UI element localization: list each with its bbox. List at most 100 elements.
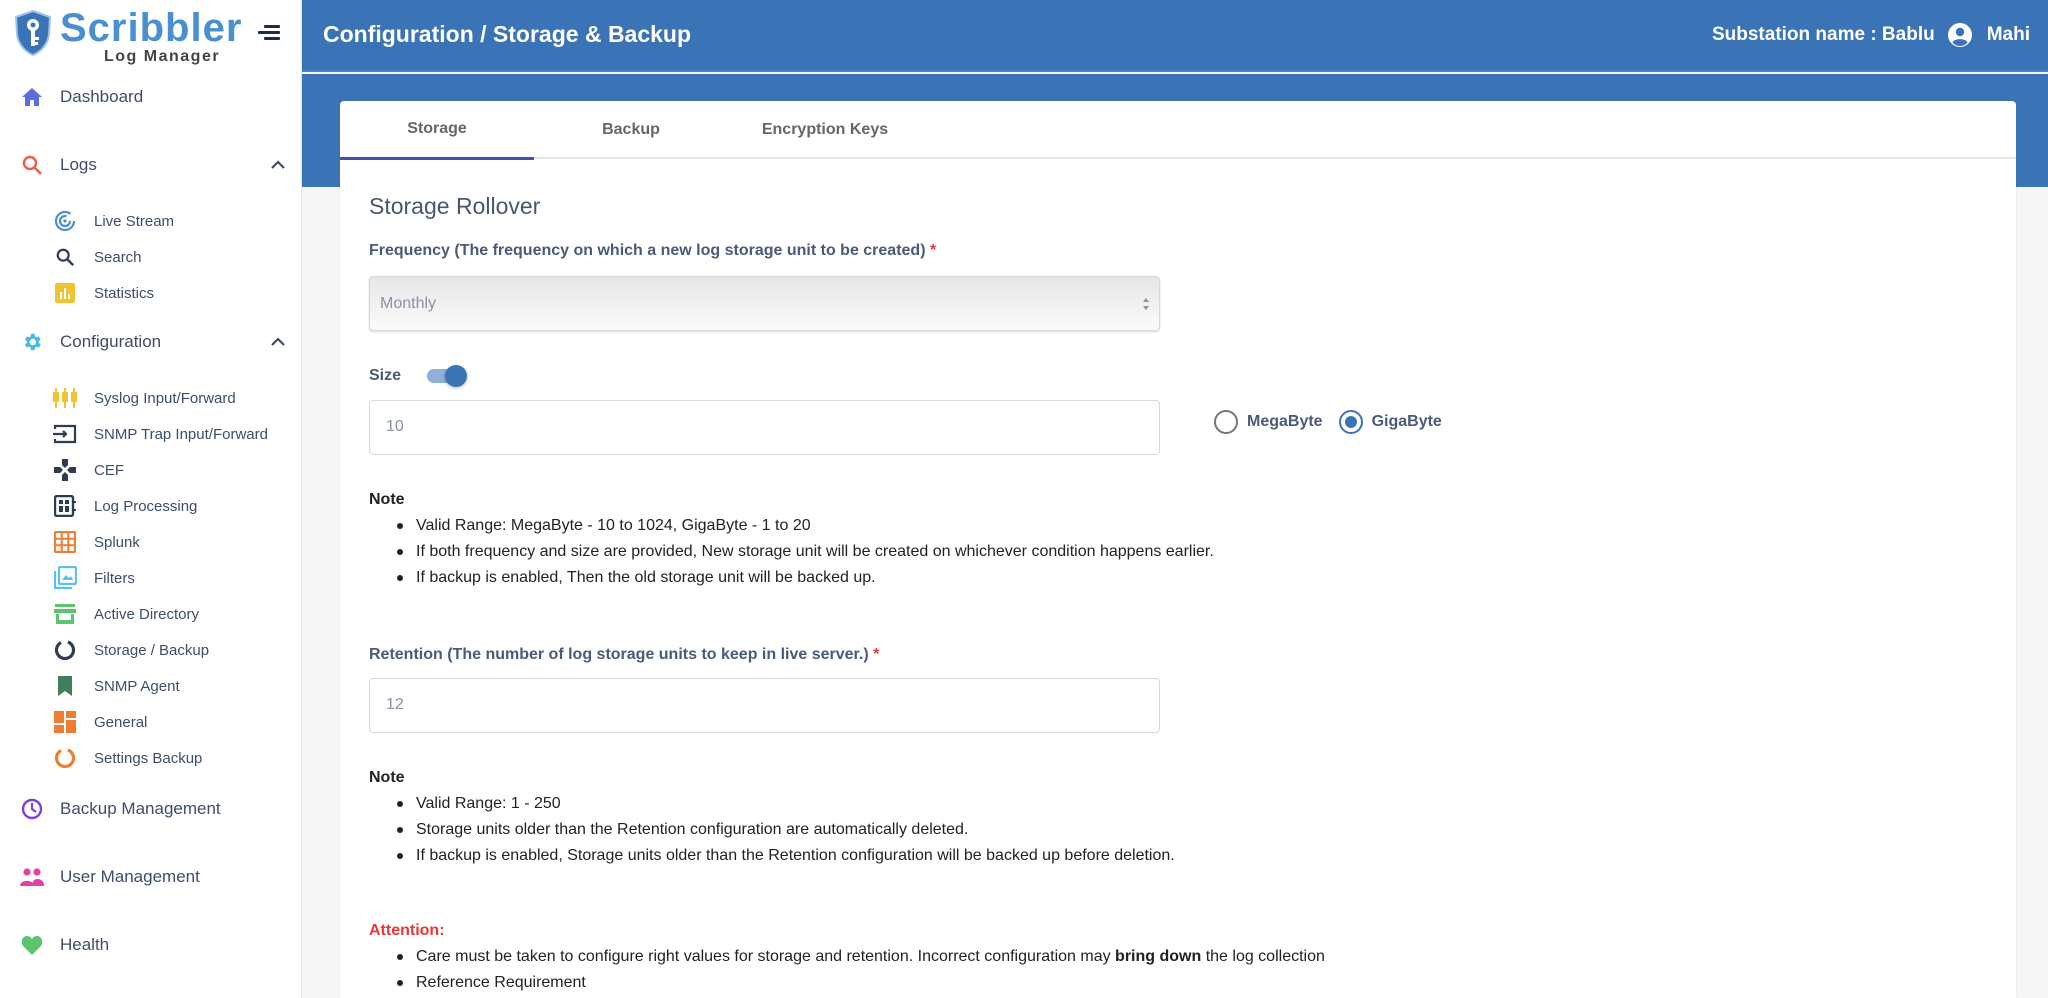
- sidebar-item-storage-backup[interactable]: Storage / Backup: [0, 635, 302, 665]
- tab-bar: Storage Backup Encryption Keys: [340, 101, 2016, 160]
- note-item: Valid Range: MegaByte - 10 to 1024, Giga…: [369, 513, 1214, 539]
- sidebar-item-label: Syslog Input/Forward: [94, 389, 236, 407]
- home-icon: [20, 85, 44, 109]
- note-item: If backup is enabled, Storage units olde…: [369, 843, 1175, 869]
- sidebar-item-label: SNMP Agent: [94, 677, 180, 695]
- account-circle-icon[interactable]: [1947, 22, 1973, 48]
- sidebar-item-label: Logs: [60, 155, 97, 174]
- radio-label: GigaByte: [1371, 413, 1442, 430]
- radio-megabyte[interactable]: MegaByte: [1214, 410, 1323, 434]
- menu-icon-line: [258, 31, 280, 34]
- tab-storage[interactable]: Storage: [340, 101, 534, 160]
- grid-icon: [53, 530, 77, 554]
- sidebar-item-label: General: [94, 713, 148, 731]
- page-title: Configuration / Storage & Backup: [323, 21, 692, 47]
- bar-chart-icon: [53, 281, 77, 305]
- sidebar-item-settings-backup[interactable]: Settings Backup: [0, 743, 302, 773]
- search-icon: [20, 153, 44, 177]
- sidebar-item-health[interactable]: Health: [0, 927, 302, 963]
- sidebar-item-label: Statistics: [94, 284, 155, 302]
- bookmark-icon: [53, 674, 77, 698]
- required-mark: *: [873, 646, 880, 663]
- sidebar-item-configuration[interactable]: Configuration: [0, 324, 302, 360]
- storage-config-card: Storage Backup Encryption Keys Storage R…: [340, 101, 2016, 998]
- sidebar-item-user-management[interactable]: User Management: [0, 859, 302, 895]
- heart-icon: [20, 933, 44, 957]
- sidebar-item-snmp-agent[interactable]: SNMP Agent: [0, 671, 302, 701]
- sidebar-item-snmp-trap[interactable]: SNMP Trap Input/Forward: [0, 419, 302, 449]
- menu-icon-line: [264, 25, 280, 28]
- sidebar-item-label: Backup Management: [60, 799, 221, 818]
- sidebar-item-label: Active Directory: [94, 605, 200, 623]
- attention-title: Attention:: [369, 922, 445, 939]
- users-icon: [20, 865, 44, 889]
- size-label: Size: [369, 367, 402, 384]
- gear-icon: [20, 330, 44, 354]
- frequency-select-value: Monthly: [380, 295, 437, 312]
- sidebar-item-label: CEF: [94, 461, 124, 479]
- attention-list: Care must be taken to configure right va…: [369, 944, 1325, 996]
- sidebar-item-log-processing[interactable]: Log Processing: [0, 491, 302, 521]
- sidebar-item-filters[interactable]: Filters: [0, 563, 302, 593]
- sidebar-item-search[interactable]: Search: [0, 242, 302, 272]
- chevron-up-icon[interactable]: [268, 332, 288, 352]
- image-stack-icon: [53, 566, 77, 590]
- note-item: If backup is enabled, Then the old stora…: [369, 565, 1214, 591]
- frequency-label: Frequency (The frequency on which a new …: [369, 242, 936, 260]
- sidebar-item-dashboard[interactable]: Dashboard: [0, 79, 302, 115]
- attention-text: the log collection: [1201, 948, 1325, 965]
- note-item: Valid Range: 1 - 250: [369, 791, 1175, 817]
- sidebar-item-statistics[interactable]: Statistics: [0, 278, 302, 308]
- note-item: Storage units older than the Retention c…: [369, 817, 1175, 843]
- retention-note-title: Note: [369, 769, 405, 786]
- dashboard-icon: [53, 710, 77, 734]
- select-arrows-icon: [1143, 298, 1149, 310]
- retention-note-list: Valid Range: 1 - 250 Storage units older…: [369, 791, 1175, 869]
- donut-icon: [53, 638, 77, 662]
- radio-circle-checked: [1338, 410, 1363, 434]
- size-note-title: Note: [369, 491, 405, 508]
- gamepad-icon: [53, 458, 77, 482]
- size-input[interactable]: 10: [369, 400, 1160, 455]
- attention-item: Reference Requirement: [369, 970, 1325, 996]
- live-stream-icon: [53, 209, 77, 233]
- menu-icon-line: [264, 37, 280, 40]
- sidebar-item-general[interactable]: General: [0, 707, 302, 737]
- menu-toggle-button[interactable]: [258, 22, 282, 42]
- substation-name: Substation name : Bablu: [1711, 24, 1935, 45]
- sidebar-item-splunk[interactable]: Splunk: [0, 527, 302, 557]
- sidebar-item-cef[interactable]: CEF: [0, 455, 302, 485]
- store-icon: [53, 602, 77, 626]
- size-unit-radio-group: MegaByte GigaByte: [1214, 410, 1458, 434]
- logo[interactable]: Scribbler Log Manager: [14, 6, 241, 65]
- frequency-select[interactable]: Monthly: [369, 276, 1160, 331]
- size-toggle[interactable]: [425, 364, 469, 388]
- tab-encryption-keys[interactable]: Encryption Keys: [728, 101, 922, 159]
- sidebar-item-backup-management[interactable]: Backup Management: [0, 791, 302, 827]
- sidebar-item-syslog[interactable]: Syslog Input/Forward: [0, 383, 302, 413]
- sidebar-item-active-directory[interactable]: Active Directory: [0, 599, 302, 629]
- plug-icon: [53, 386, 77, 410]
- attention-bold-text: bring down: [1115, 948, 1202, 965]
- required-mark: *: [929, 242, 937, 259]
- top-header: Configuration / Storage & Backup Substat…: [302, 0, 2048, 72]
- logo-subtitle: Log Manager: [104, 48, 221, 65]
- sidebar: Scribbler Log Manager Dashboard Logs Liv…: [0, 0, 302, 998]
- attention-item: Care must be taken to configure right va…: [369, 944, 1325, 970]
- section-title: Storage Rollover: [369, 193, 541, 219]
- tab-backup[interactable]: Backup: [534, 101, 728, 159]
- sidebar-item-label: SNMP Trap Input/Forward: [94, 425, 268, 443]
- sidebar-item-label: Filters: [94, 569, 135, 587]
- sidebar-item-logs[interactable]: Logs: [0, 147, 302, 183]
- radio-circle: [1214, 410, 1238, 434]
- clock-icon: [20, 797, 44, 821]
- radio-gigabyte[interactable]: GigaByte: [1338, 410, 1442, 434]
- attention-text: Care must be taken to configure right va…: [416, 948, 1116, 965]
- retention-label: Retention (The number of log storage uni…: [369, 646, 879, 664]
- retention-input[interactable]: 12: [369, 678, 1160, 733]
- chevron-up-icon[interactable]: [268, 155, 288, 175]
- sidebar-item-live-stream[interactable]: Live Stream: [0, 206, 302, 236]
- sidebar-item-label: Storage / Backup: [94, 641, 210, 659]
- radio-label: MegaByte: [1247, 413, 1323, 430]
- user-name[interactable]: Mahi: [1987, 24, 2030, 46]
